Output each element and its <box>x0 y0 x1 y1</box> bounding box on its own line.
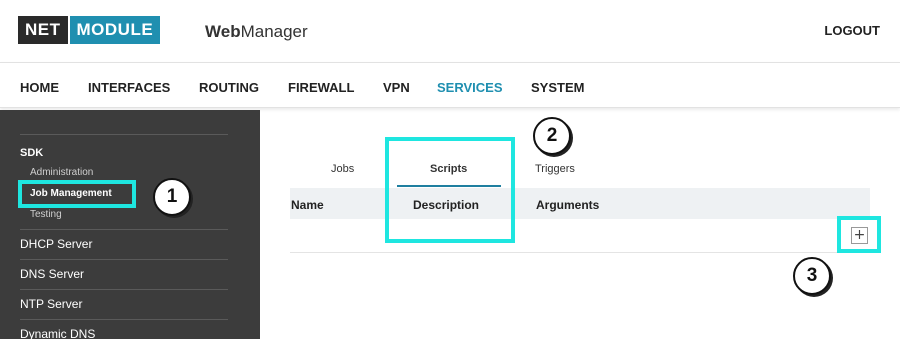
sidebar-divider <box>20 259 228 260</box>
sidebar-item-administration[interactable]: Administration <box>30 167 93 178</box>
step-badge-1: 1 <box>153 178 191 216</box>
sidebar-divider <box>20 289 228 290</box>
header: NET MODULE WebManager LOGOUT <box>0 0 900 62</box>
sidebar-divider <box>20 319 228 320</box>
netmodule-logo: NET MODULE <box>18 16 161 44</box>
highlight-job-management <box>18 180 136 208</box>
step-badge-2: 2 <box>533 117 571 155</box>
main-nav: HOME INTERFACES ROUTING FIREWALL VPN SER… <box>0 62 900 108</box>
sidebar-item-dns-server[interactable]: DNS Server <box>20 267 84 281</box>
highlight-scripts-tab <box>385 137 515 243</box>
nav-services[interactable]: SERVICES <box>437 80 503 95</box>
column-header-arguments: Arguments <box>536 198 600 212</box>
page: NET MODULE WebManager LOGOUT HOME INTERF… <box>0 0 900 339</box>
nav-firewall[interactable]: FIREWALL <box>288 80 354 95</box>
sidebar-item-dynamic-dns[interactable]: Dynamic DNS <box>20 327 95 339</box>
sidebar: SDK Administration Job Management Testin… <box>0 110 260 339</box>
tab-triggers[interactable]: Triggers <box>535 163 575 175</box>
table-header: Name Description Arguments <box>290 188 870 219</box>
sidebar-item-ntp-server[interactable]: NTP Server <box>20 297 82 311</box>
app-title: WebManager <box>205 22 308 42</box>
nav-routing[interactable]: ROUTING <box>199 80 259 95</box>
app-title-bold: Web <box>205 22 241 41</box>
column-header-name: Name <box>291 198 324 212</box>
sidebar-item-testing[interactable]: Testing <box>30 209 62 220</box>
tab-jobs[interactable]: Jobs <box>331 163 354 175</box>
nav-vpn[interactable]: VPN <box>383 80 410 95</box>
logo-module: MODULE <box>69 16 161 44</box>
sidebar-item-dhcp-server[interactable]: DHCP Server <box>20 237 92 251</box>
sidebar-divider <box>20 134 228 135</box>
sidebar-divider <box>20 229 228 230</box>
app-title-rest: Manager <box>240 22 308 41</box>
nav-system[interactable]: SYSTEM <box>531 80 584 95</box>
sidebar-section-sdk[interactable]: SDK <box>20 147 43 159</box>
table-row-divider <box>290 252 870 253</box>
nav-home[interactable]: HOME <box>20 80 59 95</box>
step-badge-3: 3 <box>793 257 831 295</box>
logo-net: NET <box>18 16 68 44</box>
nav-interfaces[interactable]: INTERFACES <box>88 80 170 95</box>
highlight-add-button <box>837 216 881 253</box>
logout-link[interactable]: LOGOUT <box>824 23 880 38</box>
